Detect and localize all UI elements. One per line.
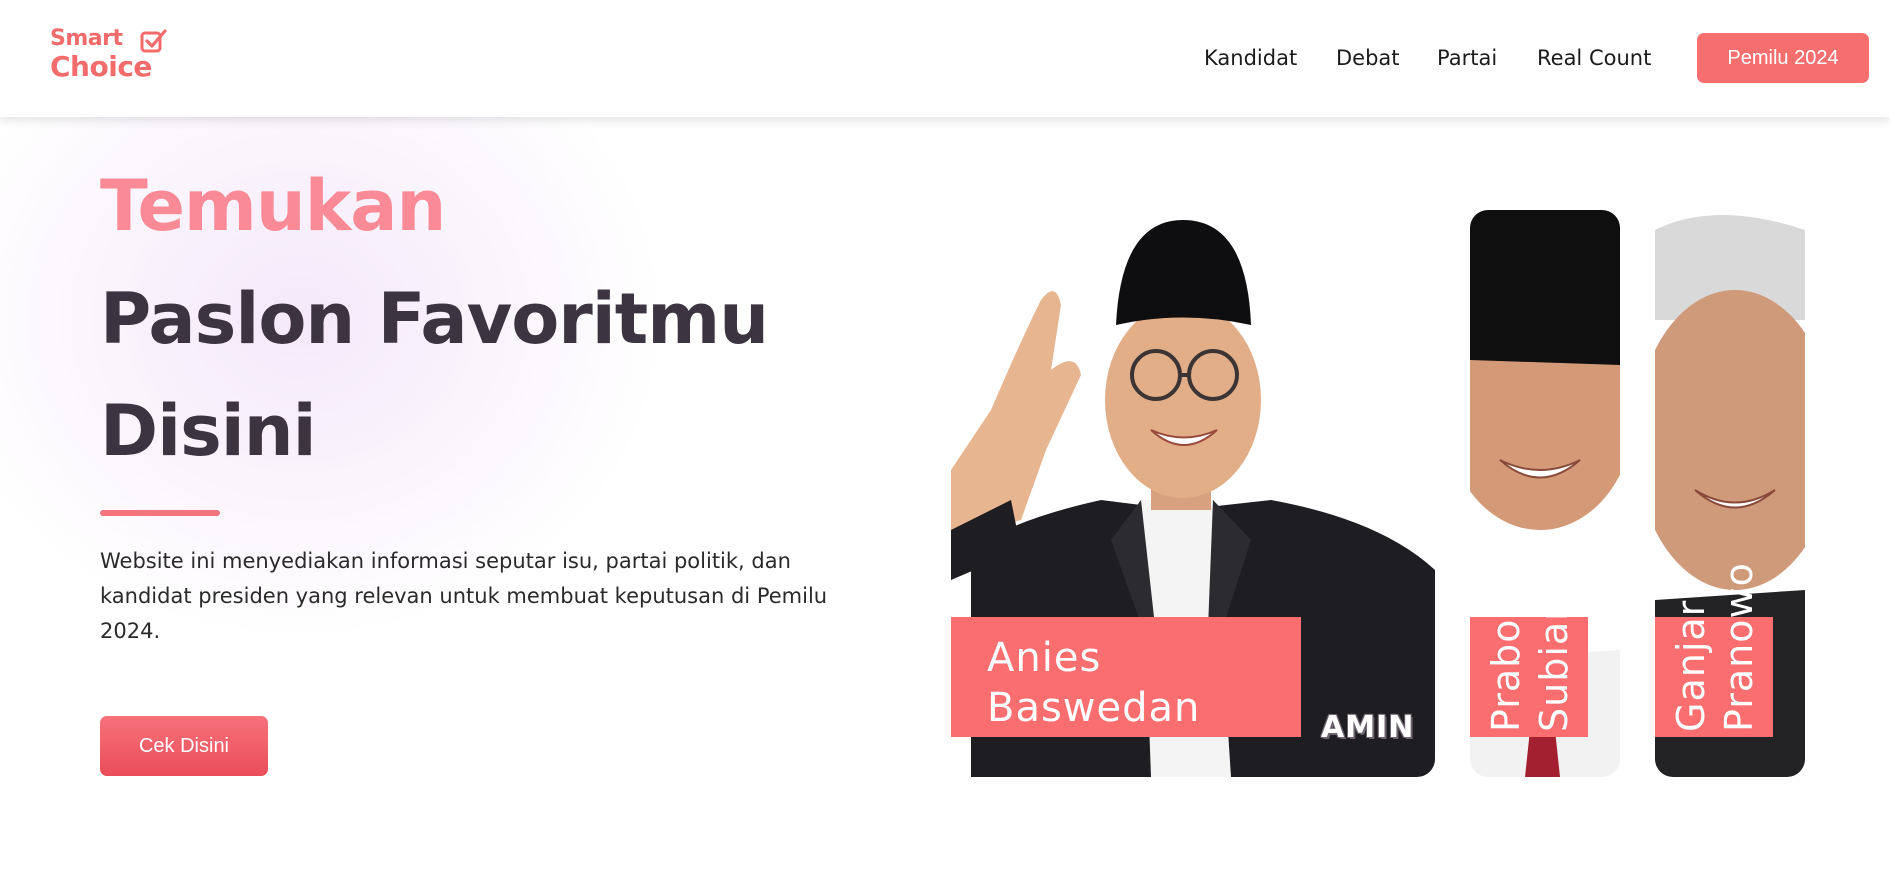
amin-badge: AMIN	[1321, 710, 1415, 745]
nav-item-partai[interactable]: Partai	[1437, 46, 1497, 70]
cek-disini-button[interactable]: Cek Disini	[100, 716, 268, 776]
candidate-last-name: Subianto	[1532, 555, 1576, 732]
candidate-first-name: Ganjar	[1669, 599, 1713, 732]
hero-title-line-3: Disini	[100, 390, 317, 472]
candidate-name-prabowo: Prabowo Subianto	[1482, 556, 1578, 732]
hero-divider	[100, 510, 220, 516]
candidate-first-name: Anies	[987, 635, 1102, 681]
candidate-last-name: Pranowo	[1717, 562, 1761, 732]
candidate-name-ganjar: Ganjar Pranowo	[1667, 562, 1763, 732]
hero-title-line-1: Temukan	[100, 165, 446, 247]
main-nav: Kandidat Debat Partai Real Count	[0, 46, 1890, 72]
candidate-last-name: Baswedan	[987, 685, 1201, 731]
hero-title-line-2: Paslon Favoritmu	[100, 278, 769, 360]
candidate-card-prabowo[interactable]: Prabowo Subianto	[1470, 210, 1620, 777]
pemilu-2024-button[interactable]: Pemilu 2024	[1697, 33, 1869, 83]
candidate-card-ganjar[interactable]: Ganjar Pranowo	[1655, 210, 1805, 777]
nav-item-kandidat[interactable]: Kandidat	[1204, 46, 1297, 70]
candidate-first-name: Prabowo	[1484, 562, 1528, 732]
nav-item-real-count[interactable]: Real Count	[1537, 46, 1651, 70]
hero-description: Website ini menyediakan informasi seputa…	[100, 549, 828, 643]
nav-item-debat[interactable]: Debat	[1336, 46, 1400, 70]
candidate-name-anies: Anies Baswedan	[951, 617, 1301, 737]
candidate-card-anies[interactable]: Anies Baswedan AMIN	[951, 210, 1435, 777]
site-header: Smart Choice Kandidat Debat Partai Real …	[0, 0, 1890, 117]
